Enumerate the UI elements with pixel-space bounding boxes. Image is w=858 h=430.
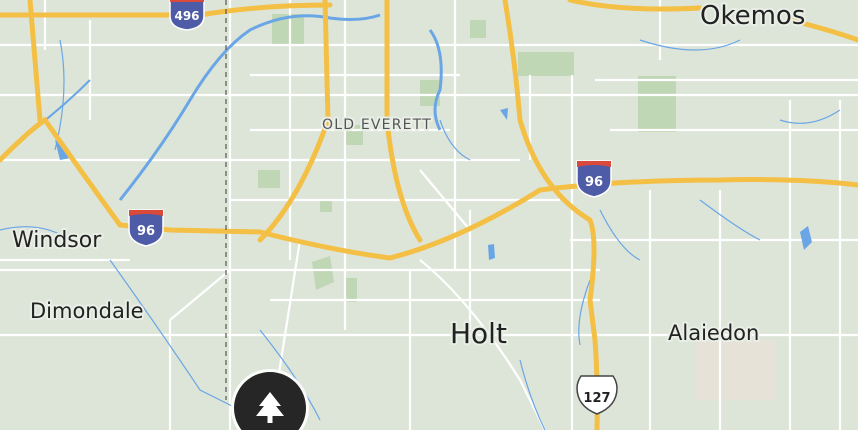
place-label-holt: Holt (450, 317, 507, 350)
shield-label: 496 (174, 9, 199, 23)
map-view[interactable]: 496 96 96 127 Okemos OLD EVERETT Windsor… (0, 0, 858, 430)
interstate-496-shield: 496 (169, 0, 205, 31)
neighborhood-label-old-everett: OLD EVERETT (322, 117, 432, 133)
place-label-dimondale: Dimondale (30, 299, 144, 323)
shield-label: 127 (583, 391, 610, 406)
map-canvas[interactable]: 496 96 96 127 Okemos OLD EVERETT Windsor… (0, 0, 858, 430)
place-label-alaiedon: Alaiedon (668, 321, 759, 345)
place-label-windsor: Windsor (12, 228, 102, 253)
place-label-okemos: Okemos (700, 1, 805, 31)
shield-label: 96 (137, 224, 155, 239)
shield-label: 96 (585, 175, 603, 190)
urban-area (695, 340, 775, 400)
interstate-96-east-shield: 96 (576, 160, 612, 198)
interstate-96-west-shield: 96 (128, 209, 164, 247)
